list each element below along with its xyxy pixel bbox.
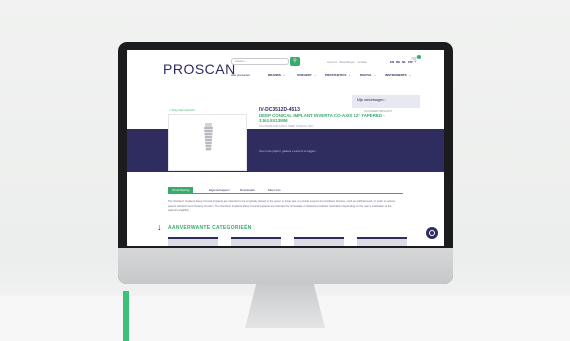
chevron-down-icon: ⌄ [373,73,377,77]
chevron-down-icon: ⌄ [348,73,351,77]
website-screen: PROSCAN Zoeken... ⚲ Account · Bestelling… [127,50,444,246]
back-link[interactable]: < Terug naar overzicht [169,109,195,112]
arrow-down-icon: ↓ [157,222,162,232]
related-categories-heading: AANVERWANTE CATEGORIEËN [168,225,252,231]
product-brand-line: SOUTHERN IMPLANTS DEEP CONICAL (DC) [259,125,314,128]
chevron-down-icon: ⌄ [313,73,317,77]
apple-logo-icon [287,259,300,273]
search-icon[interactable]: ⚲ [290,57,300,66]
product-image-card[interactable] [168,114,247,171]
tab-downloads[interactable]: Downloads [240,188,255,192]
tab-more-info[interactable]: Meer info [268,188,281,192]
site-logo[interactable]: PROSCAN [163,61,236,77]
top-links[interactable]: Account · Bestellingen · Contact [327,60,367,64]
language-de[interactable]: DE [396,60,400,64]
chat-icon[interactable] [426,227,438,239]
cart-badge [417,55,421,59]
tab-description[interactable]: Omschrijving [168,187,194,193]
green-accent-bar [123,291,129,341]
imac-chin [118,248,453,284]
search-input[interactable]: Zoeken... [231,58,289,65]
nav-digital[interactable]: DIGITAL ⌄ [360,73,376,77]
chevron-down-icon: ⌄ [408,73,412,77]
nav-all-products[interactable]: Alle producten [231,73,250,77]
language-en[interactable]: EN [390,60,394,64]
dropdown-label[interactable]: Mijn winkelwagen › [357,98,386,102]
imac-stand [245,284,325,328]
implant-image [204,123,213,153]
nav-brands[interactable]: BRANDS ⌄ [268,73,285,77]
chevron-down-icon: ⌄ [282,73,286,77]
language-nl[interactable]: NL [402,60,406,64]
product-title: DEEP CONICAL IMPLANT INVERTA CO-AXIS 12°… [259,113,385,123]
related-category-card[interactable] [231,237,281,246]
tab-properties[interactable]: Eigenschappen [209,188,230,192]
related-category-card[interactable] [168,237,218,246]
site-header: PROSCAN Zoeken... ⚲ Account · Bestelling… [127,50,444,86]
related-category-card[interactable] [294,237,344,246]
nav-surgery[interactable]: SURGERY ⌄ [297,73,316,77]
login-note[interactable]: Voor onze prijzen, gelieve u eerst in te… [259,149,316,153]
cart-dropdown[interactable]: Mijn winkelwagen › [352,95,420,108]
product-description: The Southern Implants Deep Conical Impla… [168,200,396,213]
nav-prosthetics[interactable]: PROSTHETICS ⌄ [325,73,351,77]
product-tabs: Omschrijving Eigenschappen Downloads Mee… [168,187,403,194]
related-category-card[interactable] [357,237,407,246]
nav-instruments[interactable]: INSTRUMENTS ⌄ [385,73,411,77]
